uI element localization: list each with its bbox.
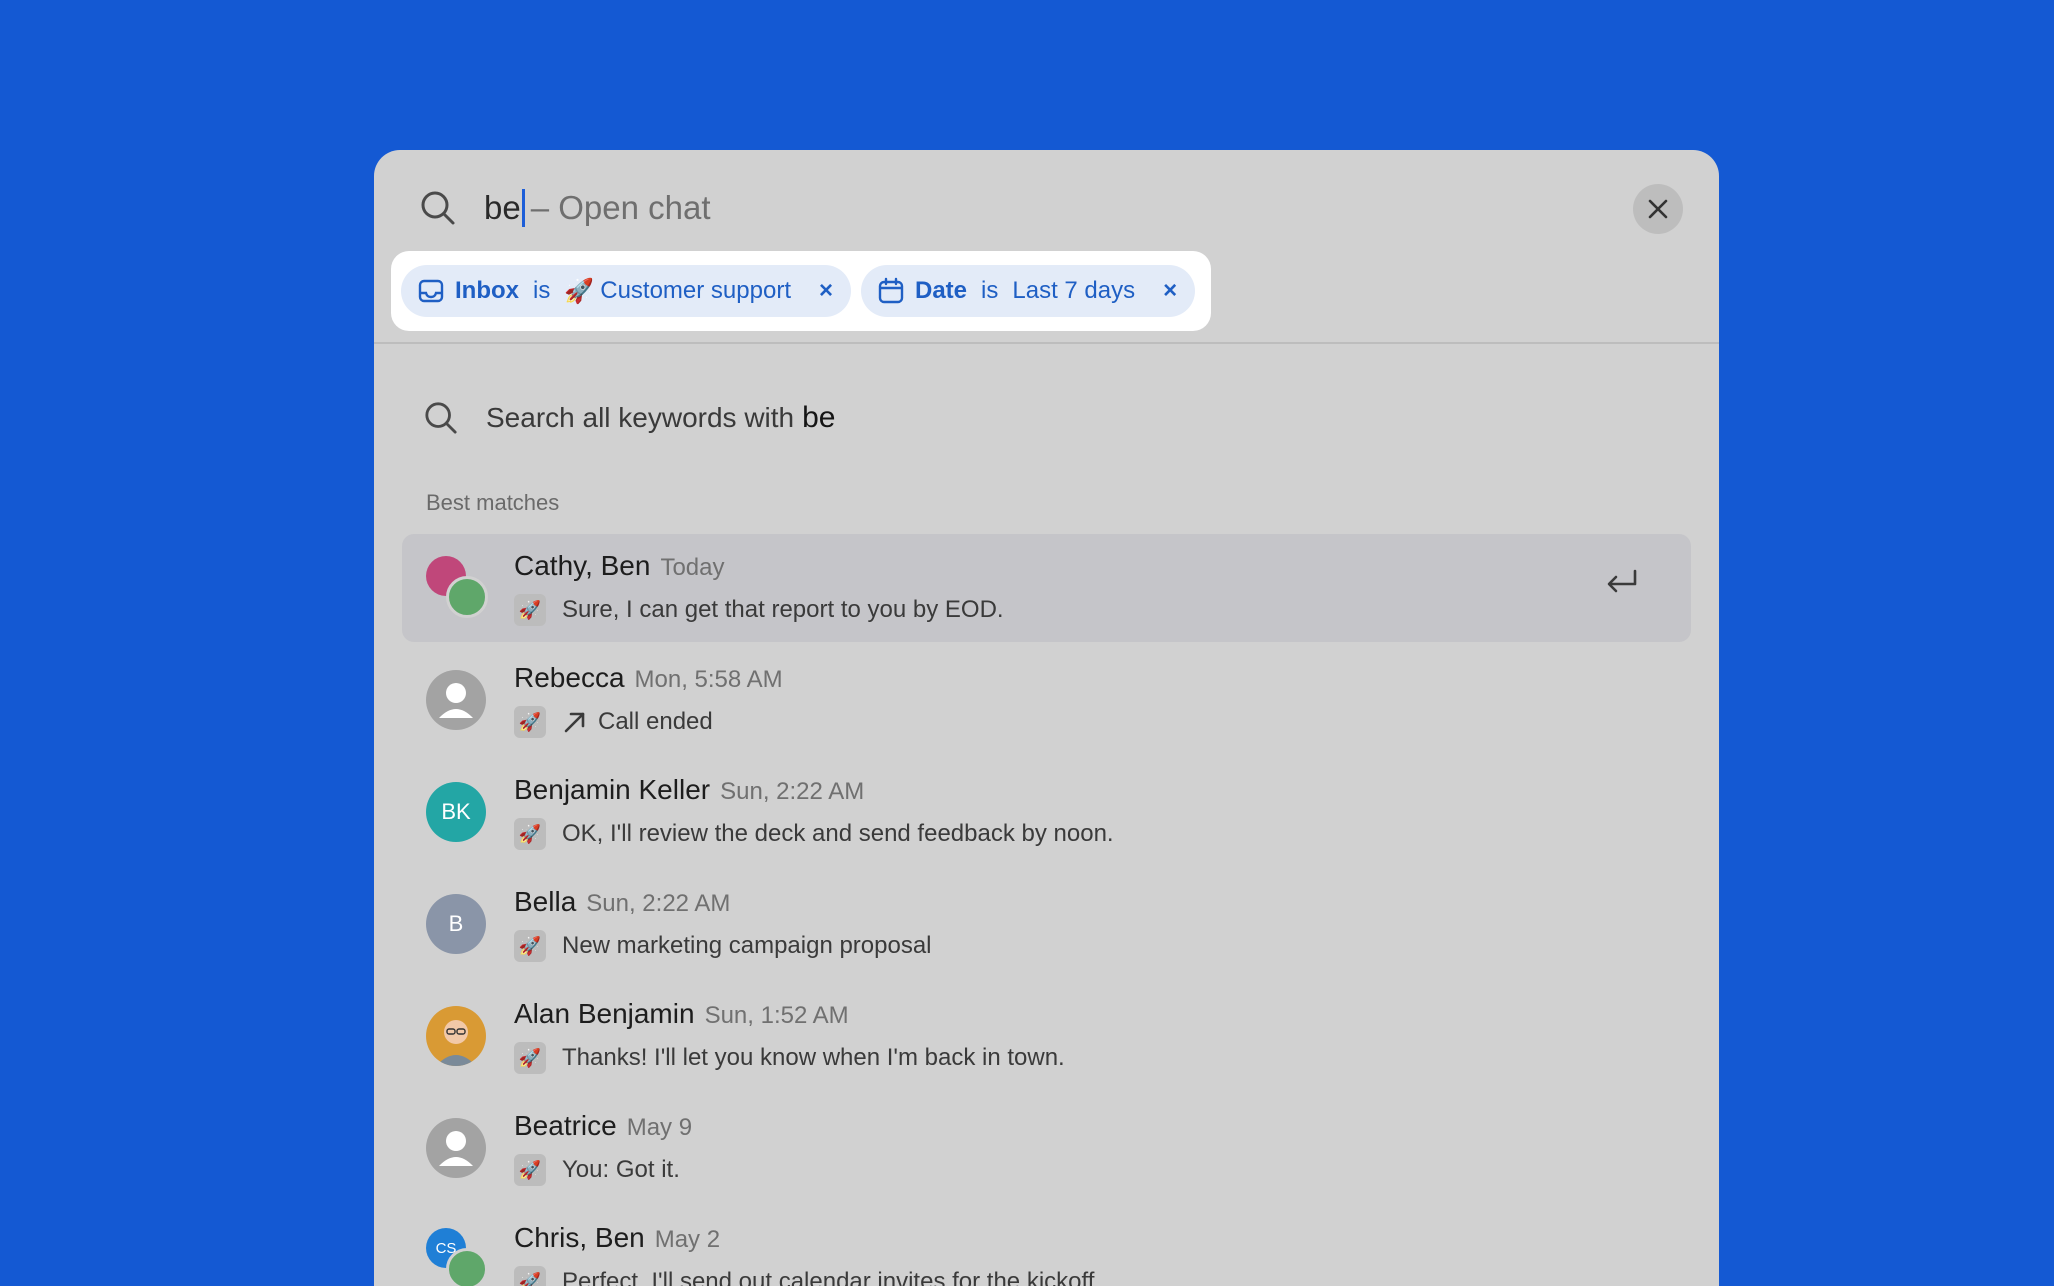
timestamp: Today bbox=[660, 554, 725, 581]
avatar: BK bbox=[426, 782, 486, 842]
message-preview: OK, I'll review the deck and send feedba… bbox=[562, 820, 1114, 847]
result-row[interactable]: Alan Benjamin Sun, 1:52 AM 🚀 Thanks! I'l… bbox=[402, 982, 1691, 1090]
timestamp: Sun, 2:22 AM bbox=[586, 890, 731, 917]
filter-field: Date bbox=[915, 277, 968, 304]
avatar bbox=[446, 1248, 488, 1286]
search-hint: – Open chat bbox=[530, 189, 711, 226]
search-icon bbox=[425, 402, 457, 434]
results-list: Cathy, Ben Today 🚀 Sure, I can get that … bbox=[402, 534, 1691, 1286]
remove-filter-button[interactable]: × bbox=[819, 277, 833, 305]
result-row[interactable]: BK Benjamin Keller Sun, 2:22 AM 🚀 OK, I'… bbox=[402, 758, 1691, 866]
search-query-text: be bbox=[484, 189, 521, 226]
message-preview: You: Got it. bbox=[562, 1156, 680, 1183]
section-label: Best matches bbox=[426, 490, 560, 515]
contact-name: Alan Benjamin bbox=[514, 998, 695, 1029]
group-avatar: CS bbox=[426, 1228, 488, 1286]
avatar: B bbox=[426, 894, 486, 954]
message-preview: Thanks! I'll let you know when I'm back … bbox=[562, 1044, 1065, 1071]
rocket-icon: 🚀 bbox=[514, 594, 546, 626]
timestamp: Sun, 2:22 AM bbox=[720, 778, 865, 805]
avatar bbox=[426, 670, 486, 730]
result-row[interactable]: Beatrice May 9 🚀 You: Got it. bbox=[402, 1094, 1691, 1202]
rocket-icon: 🚀 bbox=[514, 1266, 546, 1286]
remove-filter-button[interactable]: × bbox=[1163, 277, 1177, 305]
rocket-icon: 🚀 bbox=[514, 1154, 546, 1186]
avatar bbox=[446, 576, 488, 618]
contact-name: Benjamin Keller bbox=[514, 774, 711, 805]
text-caret bbox=[521, 189, 525, 227]
contact-name: Rebecca bbox=[514, 662, 625, 693]
divider bbox=[374, 342, 1719, 344]
rocket-icon: 🚀 bbox=[514, 1042, 546, 1074]
filter-field: Inbox bbox=[455, 277, 519, 304]
enter-icon bbox=[1607, 569, 1637, 593]
close-button[interactable] bbox=[1633, 184, 1683, 234]
message-preview: Call ended bbox=[598, 708, 713, 735]
avatar bbox=[426, 1006, 486, 1066]
filter-value: Customer support bbox=[600, 277, 791, 304]
filter-chip-inbox[interactable]: Inbox is 🚀 Customer support × bbox=[401, 265, 851, 317]
result-row[interactable]: Cathy, Ben Today 🚀 Sure, I can get that … bbox=[402, 534, 1691, 642]
person-icon bbox=[439, 683, 473, 718]
rocket-icon: 🚀 bbox=[514, 930, 546, 962]
keywords-prefix: Search all keywords with bbox=[486, 402, 795, 433]
inbox-icon bbox=[418, 279, 444, 303]
message-preview: New marketing campaign proposal bbox=[562, 932, 932, 959]
group-avatar bbox=[426, 556, 488, 618]
filter-operator: is bbox=[533, 277, 551, 304]
avatar bbox=[426, 1118, 486, 1178]
timestamp: May 2 bbox=[654, 1226, 721, 1253]
close-icon bbox=[1648, 199, 1668, 219]
timestamp: May 9 bbox=[626, 1114, 693, 1141]
search-icon bbox=[421, 191, 455, 225]
search-all-keywords-item[interactable]: Search all keywords with be bbox=[424, 398, 836, 438]
calendar-icon bbox=[878, 277, 904, 304]
filter-value: Last 7 days bbox=[1012, 277, 1136, 304]
filter-bar: Inbox is 🚀 Customer support × Date is La… bbox=[391, 251, 1212, 331]
person-icon bbox=[439, 1131, 473, 1166]
message-preview: Perfect, I'll send out calendar invites … bbox=[562, 1268, 1102, 1286]
rocket-icon: 🚀 bbox=[564, 277, 595, 305]
contact-name: Bella bbox=[514, 886, 577, 917]
timestamp: Sun, 1:52 AM bbox=[704, 1002, 849, 1029]
contact-name: Beatrice bbox=[514, 1110, 617, 1141]
contact-name: Chris, Ben bbox=[514, 1222, 645, 1253]
filter-operator: is bbox=[981, 277, 999, 304]
filter-chip-date[interactable]: Date is Last 7 days × bbox=[861, 265, 1196, 317]
search-input[interactable]: be – Open chat bbox=[484, 186, 711, 230]
person-photo-icon bbox=[436, 1020, 476, 1066]
keywords-term: be bbox=[802, 401, 836, 434]
timestamp: Mon, 5:58 AM bbox=[634, 666, 783, 693]
search-modal: be – Open chat Inbox is 🚀 Customer suppor… bbox=[374, 150, 1719, 1286]
result-row[interactable]: CS Chris, Ben May 2 🚀 Perfect, I'll send… bbox=[402, 1206, 1691, 1286]
result-row[interactable]: B Bella Sun, 2:22 AM 🚀 New marketing cam… bbox=[402, 870, 1691, 978]
rocket-icon: 🚀 bbox=[514, 818, 546, 850]
rocket-icon: 🚀 bbox=[514, 706, 546, 738]
result-row[interactable]: Rebecca Mon, 5:58 AM 🚀 Call ended bbox=[402, 646, 1691, 754]
message-preview: Sure, I can get that report to you by EO… bbox=[562, 596, 1004, 623]
outgoing-call-icon bbox=[564, 712, 585, 733]
contact-name: Cathy, Ben bbox=[514, 550, 651, 581]
